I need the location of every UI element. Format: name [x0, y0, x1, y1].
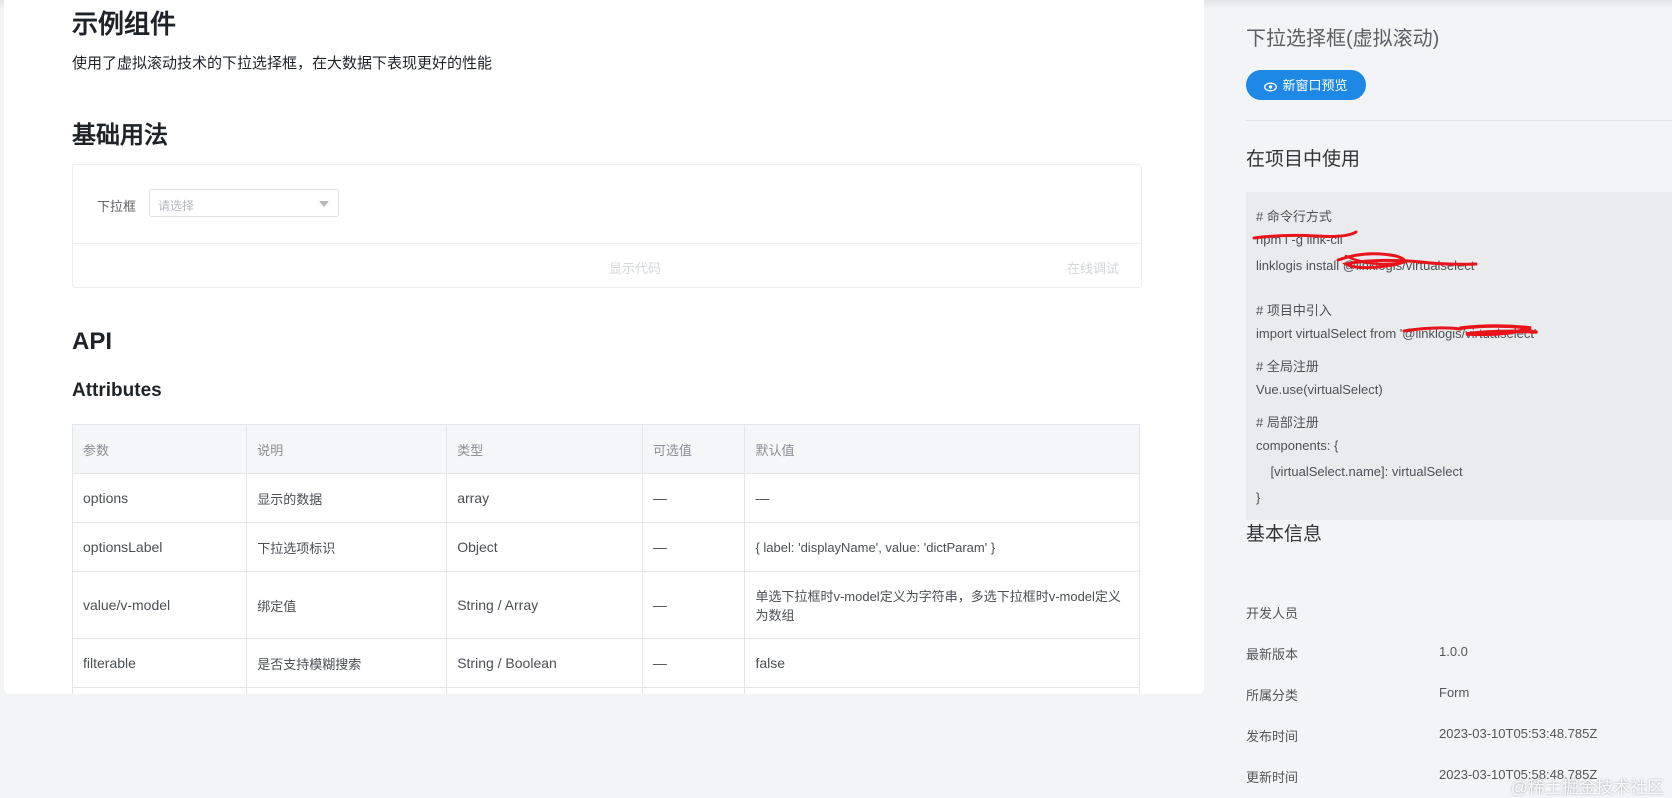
page-title: 示例组件 [72, 9, 177, 39]
header-default: 默认值 [744, 424, 1140, 474]
cell-options: — [641, 522, 746, 572]
attributes-heading: Attributes [72, 380, 162, 401]
info-label-category: 所属分类 [1246, 688, 1299, 703]
basic-usage-heading: 基础用法 [72, 122, 168, 149]
cell-options: — [641, 473, 746, 523]
cell-default: { label: 'displayName', value: 'dictPara… [744, 522, 1140, 572]
table-row: filterable 是否支持模糊搜索 String / Boolean — f… [71, 638, 1140, 688]
cell-default: 单选下拉框时v-model定义为字符串，多选下拉框时v-model定义为数组 [744, 571, 1140, 639]
demo-footer: 显示代码 在线调试 [73, 244, 1141, 287]
page-description: 使用了虚拟滚动技术的下拉选择框，在大数据下表现更好的性能 [72, 55, 493, 72]
side-divider [1246, 120, 1672, 121]
caret-down-icon [319, 201, 329, 207]
cell-param: optionsLabel [71, 522, 248, 572]
cell-description [246, 687, 448, 694]
select-placeholder: 请选择 [158, 199, 195, 213]
cell-description: 是否支持模糊搜索 [246, 638, 448, 688]
virtual-select-dropdown[interactable]: 请选择 [149, 189, 339, 217]
component-title: 下拉选择框(虚拟滚动) [1246, 28, 1440, 50]
cell-type: String / Boolean [446, 638, 643, 688]
cell-type: array [446, 473, 643, 523]
cell-param [71, 687, 248, 694]
table-row: options 显示的数据 array — — [71, 473, 1140, 523]
watermark: @稀土掘金技术社区 [1510, 778, 1664, 797]
install-code-block: # 命令行方式 npm i -g link-cli linklogis inst… [1246, 192, 1672, 520]
cell-options [641, 687, 746, 694]
cell-param: options [71, 473, 248, 523]
eye-icon [1264, 80, 1278, 95]
info-value-category: Form [1439, 685, 1470, 700]
cell-description: 显示的数据 [246, 473, 448, 523]
info-label-updated: 更新时间 [1246, 770, 1299, 785]
header-options: 可选值 [641, 424, 746, 474]
cell-description: 绑定值 [246, 571, 448, 639]
table-header-row: 参数 说明 类型 可选值 默认值 [71, 424, 1140, 474]
main-content-card: 示例组件 使用了虚拟滚动技术的下拉选择框，在大数据下表现更好的性能 基础用法 下… [4, 0, 1204, 694]
cell-default: — [744, 473, 1140, 523]
online-debug-button[interactable]: 在线调试 [1067, 258, 1119, 277]
header-description: 说明 [246, 424, 448, 474]
attributes-table: 参数 说明 类型 可选值 默认值 options 显示的数据 array — —… [71, 424, 1140, 694]
cell-param: value/v-model [71, 571, 248, 639]
basic-info-heading: 基本信息 [1246, 524, 1323, 545]
demo-box: 下拉框 请选择 显示代码 在线调试 [72, 164, 1142, 288]
redaction-scribble [1252, 230, 1538, 337]
use-in-project-heading: 在项目中使用 [1246, 149, 1361, 170]
info-label-developer: 开发人员 [1246, 606, 1299, 621]
table-row: optionsLabel 下拉选项标识 Object — { label: 'd… [71, 522, 1140, 572]
select-label: 下拉框 [97, 199, 137, 214]
header-param: 参数 [71, 424, 248, 474]
cell-param: filterable [71, 638, 248, 688]
cell-type: String / Array [446, 571, 643, 639]
cell-options: — [641, 571, 746, 639]
cell-type: Object [446, 522, 643, 572]
info-label-published: 发布时间 [1246, 729, 1299, 744]
show-code-button[interactable]: 显示代码 [609, 258, 661, 277]
api-heading: API [72, 328, 113, 355]
cell-default: false [744, 638, 1140, 688]
info-value-version: 1.0.0 [1439, 644, 1468, 659]
cell-type [446, 687, 643, 694]
cell-description: 下拉选项标识 [246, 522, 448, 572]
open-preview-label: 新窗口预览 [1282, 78, 1348, 94]
demo-preview: 下拉框 请选择 [73, 165, 1141, 244]
table-row [71, 687, 1140, 694]
table-row: value/v-model 绑定值 String / Array — 单选下拉框… [71, 571, 1140, 639]
header-type: 类型 [446, 424, 643, 474]
info-value-published: 2023-03-10T05:53:48.785Z [1439, 726, 1598, 741]
cell-default [744, 687, 1140, 694]
cell-options: — [641, 638, 746, 688]
info-label-version: 最新版本 [1246, 647, 1299, 662]
open-preview-button[interactable]: 新窗口预览 [1246, 70, 1366, 100]
